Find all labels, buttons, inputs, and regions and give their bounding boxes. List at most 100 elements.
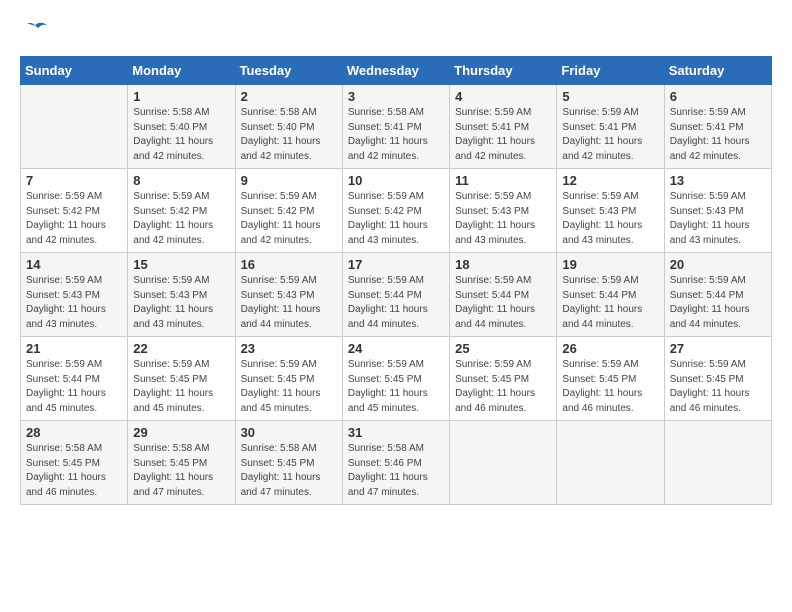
column-header-tuesday: Tuesday [235, 57, 342, 85]
day-detail: Sunrise: 5:59 AM Sunset: 5:44 PM Dayligh… [455, 274, 551, 332]
week-row-4: 21 Sunrise: 5:59 AM Sunset: 5:44 PM Dayli… [21, 337, 772, 421]
header-row: SundayMondayTuesdayWednesdayThursdayFrid… [21, 57, 772, 85]
day-detail: Sunrise: 5:58 AM Sunset: 5:40 PM Dayligh… [241, 106, 337, 164]
week-row-5: 28 Sunrise: 5:58 AM Sunset: 5:45 PM Dayli… [21, 421, 772, 505]
day-detail: Sunrise: 5:58 AM Sunset: 5:40 PM Dayligh… [133, 106, 229, 164]
day-cell: 29 Sunrise: 5:58 AM Sunset: 5:45 PM Dayli… [128, 421, 235, 505]
day-detail: Sunrise: 5:59 AM Sunset: 5:43 PM Dayligh… [133, 274, 229, 332]
day-number: 4 [455, 89, 551, 104]
day-cell: 14Sunrise: 5:59 AM Sunset: 5:43 PM Dayli… [21, 253, 128, 337]
day-detail: Sunrise: 5:59 AM Sunset: 5:45 PM Dayligh… [562, 358, 658, 416]
day-number: 9 [241, 173, 337, 188]
day-detail: Sunrise: 5:59 AM Sunset: 5:45 PM Dayligh… [670, 358, 766, 416]
day-cell: 27Sunrise: 5:59 AM Sunset: 5:45 PM Dayli… [664, 337, 771, 421]
day-number: 30 [241, 425, 337, 440]
day-cell: 31 Sunrise: 5:58 AM Sunset: 5:46 PM Dayli… [342, 421, 449, 505]
column-header-wednesday: Wednesday [342, 57, 449, 85]
day-detail: Sunrise: 5:58 AM Sunset: 5:45 PM Dayligh… [26, 442, 122, 500]
day-cell: 15 Sunrise: 5:59 AM Sunset: 5:43 PM Dayli… [128, 253, 235, 337]
day-number: 20 [670, 257, 766, 272]
day-cell: 26 Sunrise: 5:59 AM Sunset: 5:45 PM Dayli… [557, 337, 664, 421]
day-cell: 23 Sunrise: 5:59 AM Sunset: 5:45 PM Dayli… [235, 337, 342, 421]
day-cell: 30 Sunrise: 5:58 AM Sunset: 5:45 PM Dayli… [235, 421, 342, 505]
day-number: 15 [133, 257, 229, 272]
day-detail: Sunrise: 5:59 AM Sunset: 5:41 PM Dayligh… [562, 106, 658, 164]
day-detail: Sunrise: 5:59 AM Sunset: 5:44 PM Dayligh… [562, 274, 658, 332]
day-detail: Sunrise: 5:59 AM Sunset: 5:44 PM Dayligh… [670, 274, 766, 332]
column-header-saturday: Saturday [664, 57, 771, 85]
day-number: 19 [562, 257, 658, 272]
day-number: 23 [241, 341, 337, 356]
day-number: 25 [455, 341, 551, 356]
day-cell: 1 Sunrise: 5:58 AM Sunset: 5:40 PM Daylig… [128, 85, 235, 169]
day-number: 14 [26, 257, 122, 272]
logo-icon [20, 20, 50, 40]
logo [20, 20, 52, 40]
day-cell [664, 421, 771, 505]
day-cell: 6Sunrise: 5:59 AM Sunset: 5:41 PM Daylig… [664, 85, 771, 169]
day-cell: 13 Sunrise: 5:59 AM Sunset: 5:43 PM Dayli… [664, 169, 771, 253]
calendar-table: SundayMondayTuesdayWednesdayThursdayFrid… [20, 56, 772, 505]
day-number: 11 [455, 173, 551, 188]
day-detail: Sunrise: 5:59 AM Sunset: 5:43 PM Dayligh… [241, 274, 337, 332]
day-cell: 19 Sunrise: 5:59 AM Sunset: 5:44 PM Dayli… [557, 253, 664, 337]
day-number: 26 [562, 341, 658, 356]
week-row-1: 1 Sunrise: 5:58 AM Sunset: 5:40 PM Daylig… [21, 85, 772, 169]
day-detail: Sunrise: 5:59 AM Sunset: 5:43 PM Dayligh… [562, 190, 658, 248]
day-number: 28 [26, 425, 122, 440]
calendar-body: 1 Sunrise: 5:58 AM Sunset: 5:40 PM Daylig… [21, 85, 772, 505]
day-cell: 16 Sunrise: 5:59 AM Sunset: 5:43 PM Dayli… [235, 253, 342, 337]
day-number: 2 [241, 89, 337, 104]
column-header-friday: Friday [557, 57, 664, 85]
day-number: 16 [241, 257, 337, 272]
day-number: 24 [348, 341, 444, 356]
day-detail: Sunrise: 5:59 AM Sunset: 5:45 PM Dayligh… [455, 358, 551, 416]
column-header-monday: Monday [128, 57, 235, 85]
day-number: 12 [562, 173, 658, 188]
day-number: 6 [670, 89, 766, 104]
day-number: 1 [133, 89, 229, 104]
day-number: 7 [26, 173, 122, 188]
day-detail: Sunrise: 5:58 AM Sunset: 5:41 PM Dayligh… [348, 106, 444, 164]
day-cell [557, 421, 664, 505]
day-cell: 9 Sunrise: 5:59 AM Sunset: 5:42 PM Daylig… [235, 169, 342, 253]
week-row-3: 14 Sunrise: 5:59 AM Sunset: 5:43 PM Dayli… [21, 253, 772, 337]
column-header-thursday: Thursday [450, 57, 557, 85]
day-detail: Sunrise: 5:59 AM Sunset: 5:45 PM Dayligh… [133, 358, 229, 416]
day-detail: Sunrise: 5:59 AM Sunset: 5:42 PM Dayligh… [26, 190, 122, 248]
day-detail: Sunrise: 5:58 AM Sunset: 5:45 PM Dayligh… [133, 442, 229, 500]
day-number: 17 [348, 257, 444, 272]
day-cell: 7 Sunrise: 5:59 AM Sunset: 5:42 PM Daylig… [21, 169, 128, 253]
day-number: 5 [562, 89, 658, 104]
day-cell: 3 Sunrise: 5:58 AM Sunset: 5:41 PM Daylig… [342, 85, 449, 169]
day-number: 13 [670, 173, 766, 188]
day-cell: 4 Sunrise: 5:59 AM Sunset: 5:41 PM Daylig… [450, 85, 557, 169]
day-number: 21 [26, 341, 122, 356]
day-cell: 8Sunrise: 5:59 AM Sunset: 5:42 PM Daylig… [128, 169, 235, 253]
day-number: 31 [348, 425, 444, 440]
day-detail: Sunrise: 5:59 AM Sunset: 5:44 PM Dayligh… [26, 358, 122, 416]
day-detail: Sunrise: 5:58 AM Sunset: 5:45 PM Dayligh… [241, 442, 337, 500]
day-cell: 5 Sunrise: 5:59 AM Sunset: 5:41 PM Daylig… [557, 85, 664, 169]
day-detail: Sunrise: 5:59 AM Sunset: 5:45 PM Dayligh… [241, 358, 337, 416]
day-cell: 18Sunrise: 5:59 AM Sunset: 5:44 PM Dayli… [450, 253, 557, 337]
page-header [20, 20, 772, 40]
day-detail: Sunrise: 5:59 AM Sunset: 5:44 PM Dayligh… [348, 274, 444, 332]
day-detail: Sunrise: 5:59 AM Sunset: 5:42 PM Dayligh… [133, 190, 229, 248]
day-number: 3 [348, 89, 444, 104]
day-cell: 22Sunrise: 5:59 AM Sunset: 5:45 PM Dayli… [128, 337, 235, 421]
day-cell: 2 Sunrise: 5:58 AM Sunset: 5:40 PM Daylig… [235, 85, 342, 169]
day-detail: Sunrise: 5:59 AM Sunset: 5:43 PM Dayligh… [455, 190, 551, 248]
calendar-header: SundayMondayTuesdayWednesdayThursdayFrid… [21, 57, 772, 85]
day-number: 29 [133, 425, 229, 440]
day-detail: Sunrise: 5:59 AM Sunset: 5:43 PM Dayligh… [670, 190, 766, 248]
week-row-2: 7 Sunrise: 5:59 AM Sunset: 5:42 PM Daylig… [21, 169, 772, 253]
day-cell: 21 Sunrise: 5:59 AM Sunset: 5:44 PM Dayli… [21, 337, 128, 421]
day-detail: Sunrise: 5:59 AM Sunset: 5:42 PM Dayligh… [348, 190, 444, 248]
day-cell: 11 Sunrise: 5:59 AM Sunset: 5:43 PM Dayli… [450, 169, 557, 253]
day-cell [21, 85, 128, 169]
day-detail: Sunrise: 5:58 AM Sunset: 5:46 PM Dayligh… [348, 442, 444, 500]
day-detail: Sunrise: 5:59 AM Sunset: 5:42 PM Dayligh… [241, 190, 337, 248]
day-number: 10 [348, 173, 444, 188]
day-detail: Sunrise: 5:59 AM Sunset: 5:41 PM Dayligh… [455, 106, 551, 164]
